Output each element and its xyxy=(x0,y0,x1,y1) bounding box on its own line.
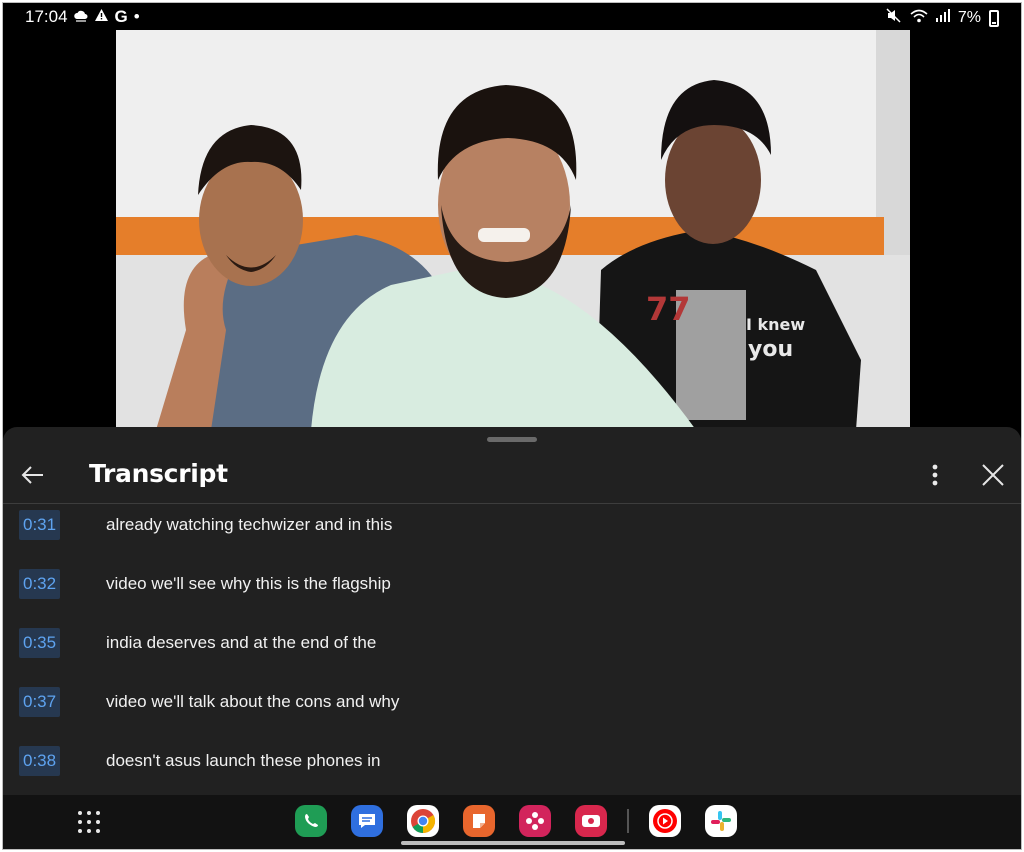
timestamp[interactable]: 0:38 xyxy=(19,746,61,776)
dock-separator xyxy=(627,809,629,833)
svg-text:you: you xyxy=(748,337,793,362)
slack-app-icon[interactable] xyxy=(705,805,737,837)
close-button[interactable] xyxy=(975,457,1011,493)
timestamp[interactable]: 0:31 xyxy=(19,510,61,540)
transcript-header: Transcript xyxy=(3,449,1021,503)
drag-handle[interactable] xyxy=(487,437,537,442)
notification-g: G xyxy=(114,7,128,26)
cloud-icon xyxy=(73,7,88,27)
status-bar: 17:04 G • 7% xyxy=(3,3,1021,31)
transcript-line[interactable]: 0:31 already watching techwizer and in t… xyxy=(3,506,1021,564)
timestamp[interactable]: 0:37 xyxy=(19,687,61,717)
grid-dot-icon xyxy=(96,811,100,815)
battery-icon xyxy=(989,9,999,27)
transcript-line[interactable]: 0:38 doesn't asus launch these phones in xyxy=(3,742,1021,795)
chrome-app-icon[interactable] xyxy=(407,805,439,837)
panel-title: Transcript xyxy=(89,459,228,488)
transcript-line[interactable]: 0:32 video we'll see why this is the fla… xyxy=(3,565,1021,623)
timestamp[interactable]: 0:32 xyxy=(19,569,61,599)
status-right: 7% xyxy=(886,8,999,28)
screen-recorder-app-icon[interactable] xyxy=(575,805,607,837)
svg-text:I knew: I knew xyxy=(746,315,805,334)
timestamp[interactable]: 0:35 xyxy=(19,628,61,658)
status-left: 17:04 G • xyxy=(25,7,140,27)
alert-icon xyxy=(94,7,109,27)
messages-app-icon[interactable] xyxy=(351,805,383,837)
arrow-left-icon xyxy=(21,466,43,484)
app-drawer-button[interactable] xyxy=(74,807,104,837)
transcript-line[interactable]: 0:35 india deserves and at the end of th… xyxy=(3,624,1021,682)
navigation-bar xyxy=(3,795,1021,849)
video-frame: I knew you 77 xyxy=(116,30,910,430)
caption-text: video we'll talk about the cons and why xyxy=(106,692,400,711)
video-player[interactable]: I knew you 77 xyxy=(116,30,910,430)
battery-text: 7% xyxy=(957,9,981,26)
grid-dot-icon xyxy=(87,811,91,815)
grid-dot-icon xyxy=(87,820,91,824)
grid-dot-icon xyxy=(96,820,100,824)
app-dock xyxy=(295,803,737,839)
transcript-panel: Transcript 0:31 already watching techwiz… xyxy=(3,427,1021,795)
more-options-button[interactable] xyxy=(920,457,950,493)
phone-app-icon[interactable] xyxy=(295,805,327,837)
transcript-line[interactable]: 0:37 video we'll talk about the cons and… xyxy=(3,683,1021,741)
header-divider xyxy=(3,503,1021,504)
status-dot: • xyxy=(133,7,140,26)
mute-icon xyxy=(886,8,902,28)
signal-icon xyxy=(935,9,950,27)
grid-dot-icon xyxy=(78,811,82,815)
caption-text: india deserves and at the end of the xyxy=(106,633,377,652)
transcript-list: 0:31 already watching techwizer and in t… xyxy=(3,506,1021,795)
svg-text:77: 77 xyxy=(646,290,691,328)
close-icon xyxy=(982,464,1004,486)
grid-dot-icon xyxy=(78,829,82,833)
more-vert-icon xyxy=(932,464,938,486)
gesture-bar[interactable] xyxy=(401,841,625,845)
caption-text: doesn't asus launch these phones in xyxy=(106,751,381,770)
youtube-music-app-icon[interactable] xyxy=(649,805,681,837)
caption-text: already watching techwizer and in this xyxy=(106,515,393,534)
grid-dot-icon xyxy=(96,829,100,833)
notes-app-icon[interactable] xyxy=(463,805,495,837)
grid-dot-icon xyxy=(87,829,91,833)
back-button[interactable] xyxy=(15,457,51,493)
status-time: 17:04 xyxy=(25,7,68,26)
grid-dot-icon xyxy=(78,820,82,824)
wifi-icon xyxy=(910,9,928,28)
bixby-app-icon[interactable] xyxy=(519,805,551,837)
device-screen: 17:04 G • 7% I knew you 77 Transcript 0:… xyxy=(2,2,1022,850)
caption-text: video we'll see why this is the flagship xyxy=(106,574,391,593)
